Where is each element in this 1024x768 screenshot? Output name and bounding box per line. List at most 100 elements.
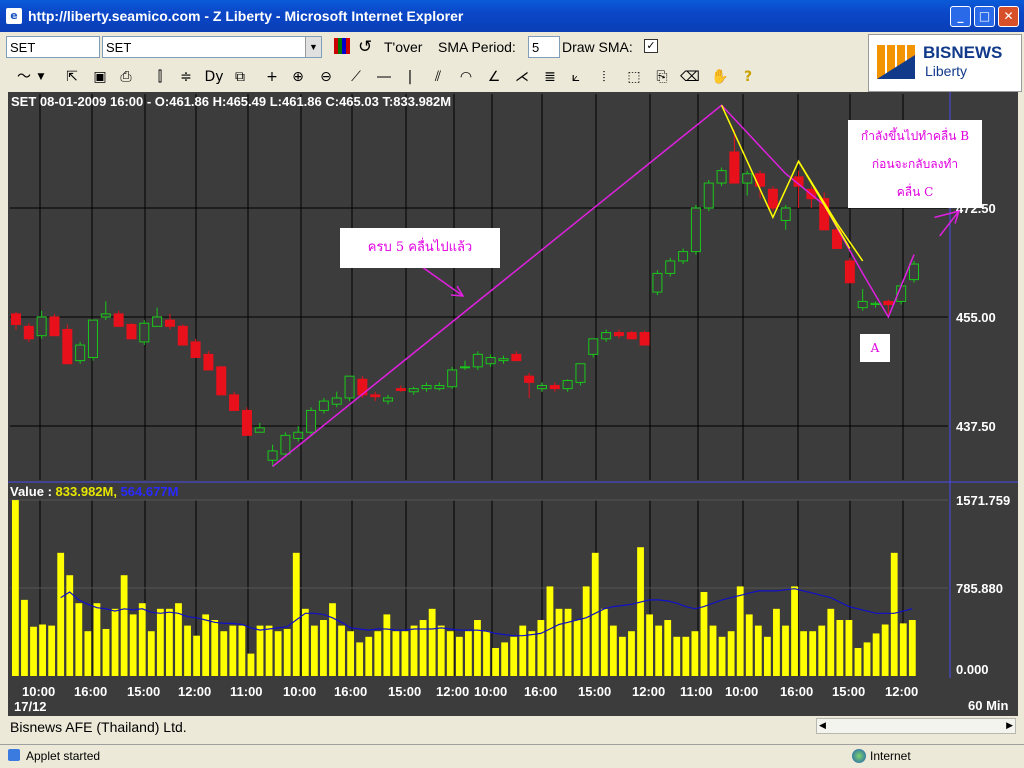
zoom-in-icon[interactable]: ⊕ xyxy=(288,66,308,88)
volume-bar xyxy=(845,620,853,676)
help-icon[interactable]: ? xyxy=(738,66,758,88)
sma-period-input[interactable]: 5 xyxy=(528,36,560,58)
price-tick-label: 455.00 xyxy=(956,310,996,325)
close-button[interactable]: ✕ xyxy=(998,6,1019,27)
scroll-left-icon[interactable]: ◀ xyxy=(819,719,826,733)
volume-bar xyxy=(872,633,880,676)
speed-line-icon[interactable]: ⋌ xyxy=(512,66,532,88)
horizontal-scrollbar[interactable]: ◀ ▶ xyxy=(816,718,1016,734)
hand-icon[interactable]: ✋ xyxy=(710,66,730,88)
cycle-icon[interactable]: ⦙ xyxy=(594,66,614,88)
symbol-select[interactable]: SET ▼ xyxy=(102,36,322,58)
candlestick-icon[interactable]: ⫿ xyxy=(150,66,170,88)
candle-body xyxy=(293,431,304,439)
candle-body xyxy=(524,375,535,383)
candle-body xyxy=(87,319,98,358)
maximize-button[interactable]: □ xyxy=(974,6,995,27)
volume-bar xyxy=(754,625,762,676)
volume-bar xyxy=(537,620,545,676)
candle-body xyxy=(613,332,624,337)
candle-body xyxy=(318,400,329,411)
volume-bar xyxy=(365,636,373,676)
volume-bar xyxy=(66,575,74,676)
volume-bar xyxy=(836,620,844,676)
arc-icon[interactable]: ◠ xyxy=(456,66,476,88)
candle-body xyxy=(883,300,894,306)
vertical-line-icon[interactable]: | xyxy=(400,66,420,88)
channel-icon[interactable]: ⫽ xyxy=(428,66,448,88)
horizontal-line-icon[interactable]: ― xyxy=(374,66,394,88)
candle-body xyxy=(370,394,381,398)
volume-bar xyxy=(202,614,210,676)
candle-body xyxy=(844,260,855,284)
copy-icon[interactable]: ⎘ xyxy=(652,66,672,88)
time-tick-label: 15:00 xyxy=(832,684,865,699)
volume-bar xyxy=(863,642,871,676)
globe-icon xyxy=(852,749,866,763)
crosshair-icon[interactable]: + xyxy=(262,66,282,88)
save-icon[interactable]: ▣ xyxy=(90,66,110,88)
export-icon[interactable]: ⇱ xyxy=(62,66,82,88)
candle-body xyxy=(254,427,265,433)
volume-bar xyxy=(229,625,237,676)
symbol-input[interactable]: SET xyxy=(6,36,100,58)
volume-bar xyxy=(745,614,753,676)
volume-bar xyxy=(292,552,300,676)
title-bar[interactable]: e http://liberty.seamico.com - Z Liberty… xyxy=(0,0,1024,32)
time-tick-label: 11:00 xyxy=(230,684,263,699)
volume-bar xyxy=(899,623,907,676)
window-title: http://liberty.seamico.com - Z Liberty -… xyxy=(28,8,464,24)
volume-bar xyxy=(827,608,835,676)
stock-chart[interactable]: 472.50 455.00 437.50 1571.759 785.880 0.000 10… xyxy=(8,92,1018,716)
candle-body xyxy=(562,380,573,390)
candle-body xyxy=(767,188,778,209)
grid-color-icon[interactable] xyxy=(334,38,350,54)
dy-icon[interactable]: Dy xyxy=(204,66,224,88)
candle-body xyxy=(703,182,714,209)
volume-bar xyxy=(718,636,726,676)
tover-label[interactable]: T'over xyxy=(384,39,422,55)
fan-icon[interactable]: ∠ xyxy=(484,66,504,88)
volume-bar xyxy=(546,586,554,676)
time-tick-label: 15:00 xyxy=(578,684,611,699)
logo-product: Liberty xyxy=(925,63,968,79)
candle-body xyxy=(742,173,753,184)
volume-bar xyxy=(709,625,717,676)
zoom-out-icon[interactable]: ⊖ xyxy=(316,66,336,88)
print-icon[interactable]: ⎙ xyxy=(116,66,136,88)
delete-icon[interactable]: ⌫ xyxy=(680,66,700,88)
candle-body xyxy=(626,332,637,340)
time-tick-label: 12:00 xyxy=(178,684,211,699)
bar-chart-icon[interactable]: ≑ xyxy=(176,66,196,88)
volume-bar xyxy=(75,603,83,676)
volume-bar xyxy=(664,620,672,676)
draw-sma-checkbox[interactable]: ✓ xyxy=(644,39,658,53)
time-tick-label: 12:00 xyxy=(885,684,918,699)
status-area: Bisnews AFE (Thailand) Ltd. ◀ ▶ Applet s… xyxy=(0,716,1024,768)
gann-icon[interactable]: ⟀ xyxy=(566,66,586,88)
refresh-icon[interactable]: ↺ xyxy=(358,37,372,57)
trend-line-icon[interactable]: ⟋ xyxy=(346,66,366,88)
symbol-select-value: SET xyxy=(106,40,132,55)
scroll-right-icon[interactable]: ▶ xyxy=(1006,719,1013,733)
candle-body xyxy=(331,397,342,405)
volume-bar xyxy=(12,500,19,676)
window-icon[interactable]: ⧉ xyxy=(230,66,250,88)
candle-body xyxy=(139,322,150,343)
line-chart-icon[interactable]: 〜 xyxy=(14,66,34,88)
candle-body xyxy=(241,409,252,436)
chevron-down-icon[interactable]: ▼ xyxy=(34,66,48,88)
candle-body xyxy=(870,302,881,306)
volume-bar xyxy=(320,620,327,676)
minimize-button[interactable]: _ xyxy=(950,6,971,27)
volume-bar xyxy=(383,614,391,676)
select-icon[interactable]: ⬚ xyxy=(624,66,644,88)
candle-body xyxy=(665,260,676,274)
status-message: Applet started xyxy=(26,749,101,763)
sma-period-label: SMA Period: xyxy=(438,39,516,55)
volume-bar xyxy=(446,631,454,676)
candle-body xyxy=(344,375,355,399)
chevron-down-icon[interactable]: ▼ xyxy=(305,37,321,57)
volume-bar xyxy=(501,642,509,676)
fibonacci-icon[interactable]: ≣ xyxy=(540,66,560,88)
